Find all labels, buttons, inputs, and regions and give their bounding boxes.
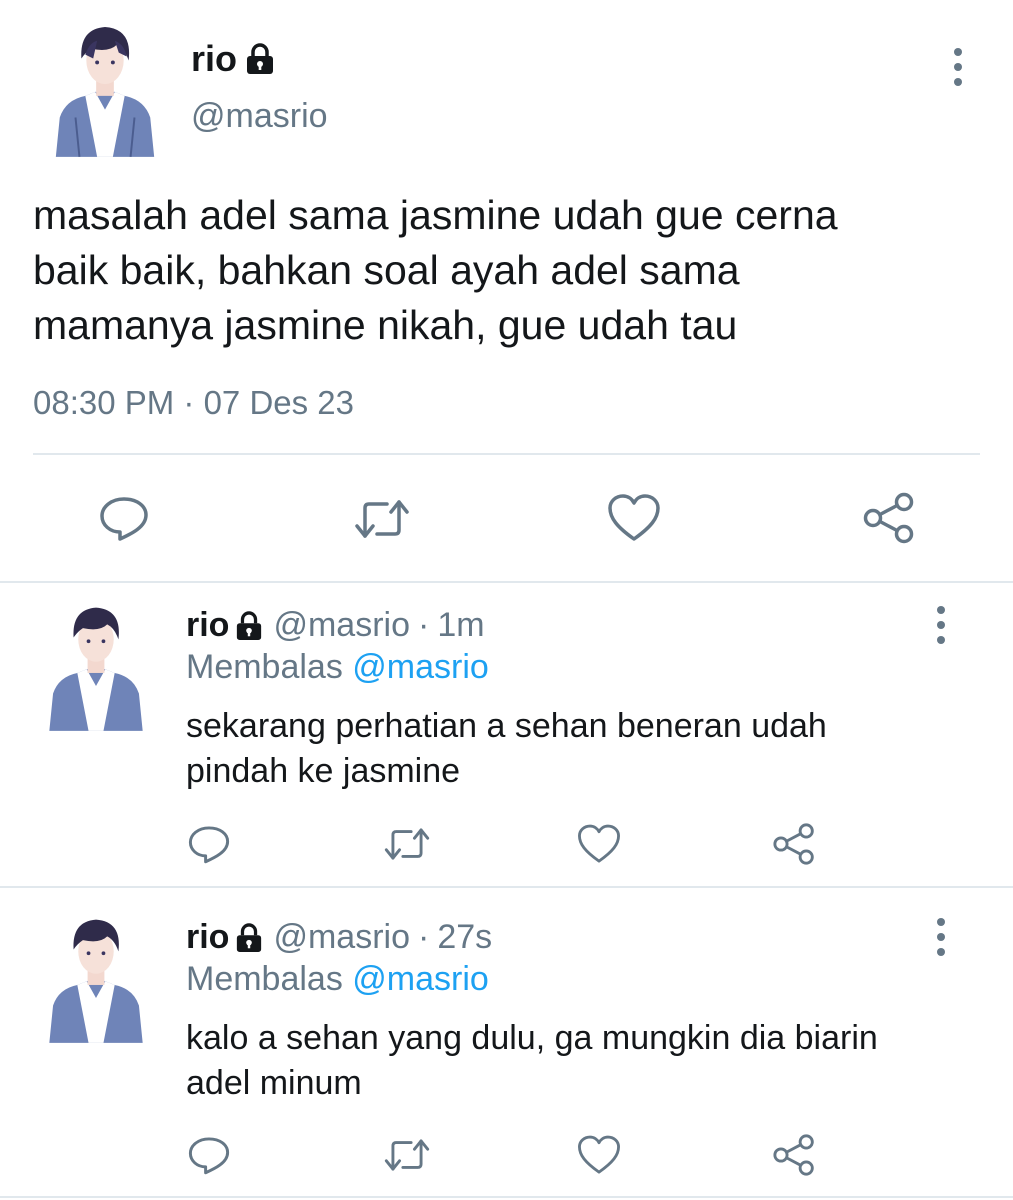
avatar[interactable]: [46, 18, 164, 158]
reply-text: kalo a sehan yang dulu, ga mungkin dia b…: [186, 1016, 966, 1106]
more-options-icon[interactable]: [934, 918, 948, 956]
tweet-text: masalah adel sama jasmine udah gue cerna…: [33, 188, 983, 353]
author-handle[interactable]: @masrio: [273, 606, 410, 645]
reply-icon: [188, 826, 230, 864]
reply-time[interactable]: 27s: [437, 918, 492, 957]
reply-header: rio @masrio · 1m: [186, 606, 485, 645]
share-icon: [863, 492, 914, 544]
heart-icon: [578, 1135, 620, 1174]
retweet-button[interactable]: [382, 823, 432, 865]
retweet-button[interactable]: [352, 494, 412, 544]
share-icon: [773, 1134, 814, 1176]
divider: [0, 581, 1013, 583]
reply-text-line: adel minum: [186, 1064, 362, 1102]
reply-text-line: pindah ke jasmine: [186, 752, 461, 790]
reply-button[interactable]: [96, 492, 152, 544]
avatar[interactable]: [40, 598, 152, 733]
divider: [0, 1196, 1013, 1198]
share-button[interactable]: [860, 490, 918, 546]
author-name[interactable]: rio: [186, 606, 229, 645]
tweet-text-line: baik baik, bahkan soal ayah adel sama: [33, 247, 740, 293]
reply-time[interactable]: 1m: [437, 606, 484, 645]
reply-icon: [100, 497, 148, 541]
heart-icon: [608, 494, 660, 541]
heart-icon: [578, 824, 620, 863]
author-name: rio: [191, 38, 238, 79]
tweet-text-line: masalah adel sama jasmine udah gue cerna: [33, 192, 838, 238]
more-options-icon[interactable]: [934, 606, 948, 644]
avatar-illustration: [49, 919, 143, 1043]
avatar[interactable]: [40, 910, 152, 1045]
author-name[interactable]: rio: [186, 918, 229, 957]
divider: [0, 886, 1013, 888]
reply-button[interactable]: [186, 1133, 232, 1177]
retweet-icon: [384, 828, 430, 860]
mention-link[interactable]: @masrio: [352, 960, 489, 998]
share-button[interactable]: [770, 1131, 818, 1179]
separator: ·: [417, 606, 430, 644]
reply-header: rio @masrio · 27s: [186, 918, 492, 957]
retweet-button[interactable]: [382, 1134, 432, 1176]
reply-icon: [188, 1137, 230, 1175]
reply-text: sekarang perhatian a sehan beneran udah …: [186, 704, 966, 794]
more-options-icon[interactable]: [951, 48, 965, 86]
replying-to: Membalas @masrio: [186, 960, 489, 999]
like-button[interactable]: [606, 492, 662, 544]
author-name-row[interactable]: rio: [191, 38, 275, 80]
retweet-icon: [384, 1139, 430, 1171]
reply-button[interactable]: [186, 822, 232, 866]
share-icon: [773, 823, 814, 865]
tweet-text-line: mamanya jasmine nikah, gue udah tau: [33, 302, 738, 348]
separator: ·: [417, 918, 430, 956]
lock-icon: [247, 43, 274, 74]
reply-text-line: sekarang perhatian a sehan beneran udah: [186, 707, 827, 745]
tweet-timestamp[interactable]: 08:30 PM · 07 Des 23: [33, 384, 354, 422]
like-button[interactable]: [576, 822, 622, 866]
share-button[interactable]: [770, 820, 818, 868]
replying-label: Membalas: [186, 960, 343, 998]
like-button[interactable]: [576, 1133, 622, 1177]
author-handle[interactable]: @masrio: [191, 97, 328, 136]
avatar-illustration: [49, 607, 143, 731]
retweet-icon: [355, 500, 409, 538]
replying-to: Membalas @masrio: [186, 648, 489, 687]
reply-text-line: kalo a sehan yang dulu, ga mungkin dia b…: [186, 1019, 878, 1057]
lock-icon: [237, 610, 262, 640]
author-handle[interactable]: @masrio: [273, 918, 410, 957]
lock-icon: [237, 922, 262, 952]
avatar-illustration: [55, 27, 155, 157]
replying-label: Membalas: [186, 648, 343, 686]
divider: [33, 453, 980, 455]
mention-link[interactable]: @masrio: [352, 648, 489, 686]
